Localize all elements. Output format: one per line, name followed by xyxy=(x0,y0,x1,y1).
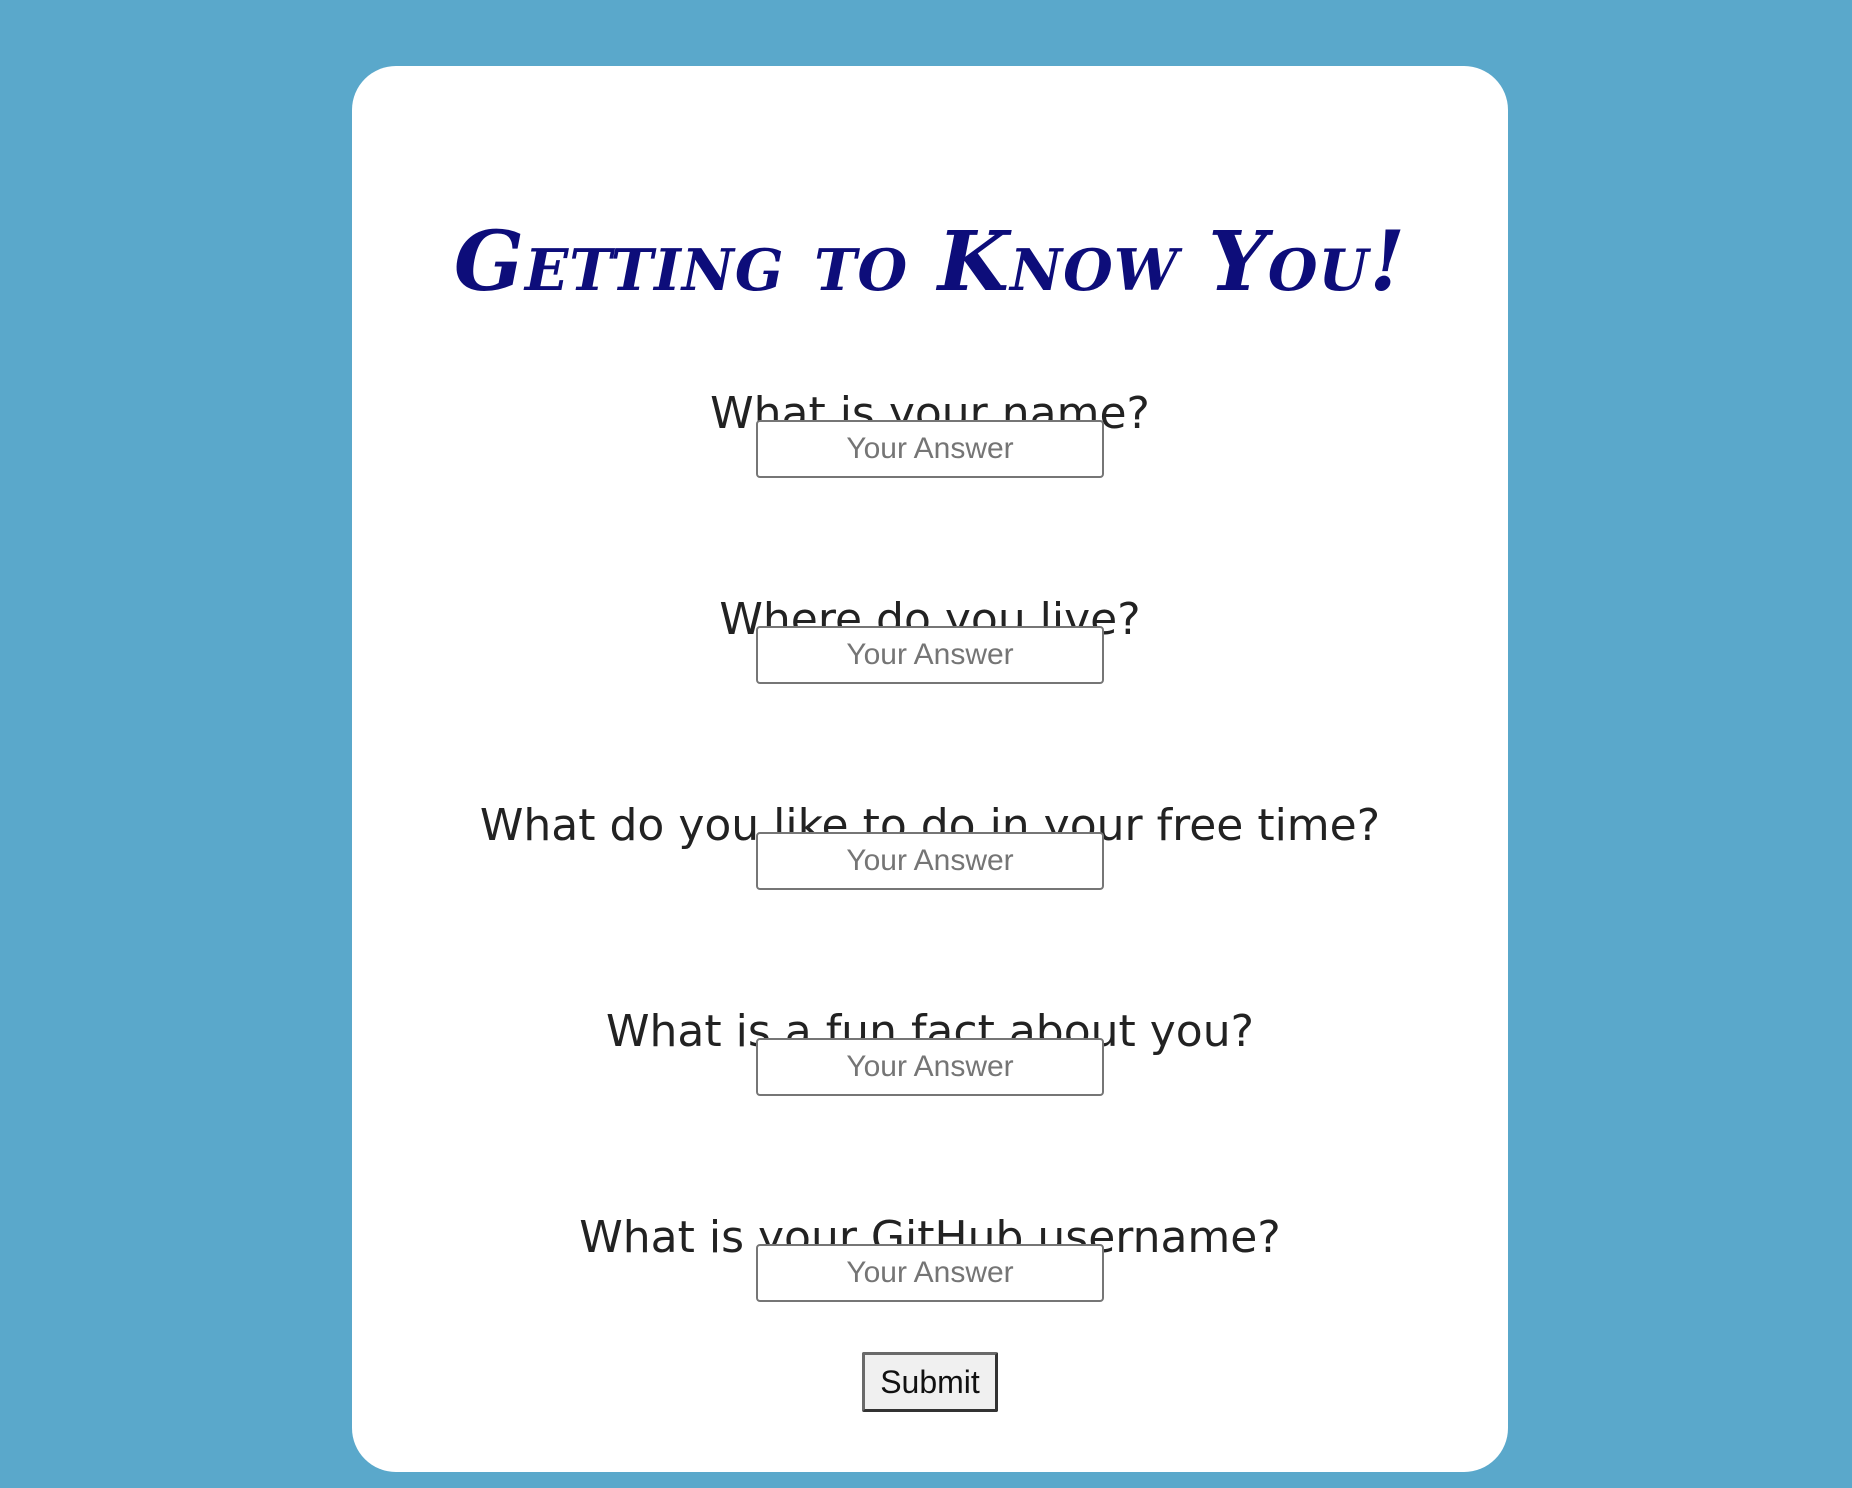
page-title: Getting to Know You! xyxy=(453,214,1407,310)
hobbies-input[interactable] xyxy=(756,832,1104,890)
submit-button[interactable]: Submit xyxy=(862,1352,998,1412)
github-username-input[interactable] xyxy=(756,1244,1104,1302)
fun-fact-input[interactable] xyxy=(756,1038,1104,1096)
form-card: Getting to Know You! What is your name? … xyxy=(352,66,1508,1472)
name-input[interactable] xyxy=(756,420,1104,478)
location-input[interactable] xyxy=(756,626,1104,684)
